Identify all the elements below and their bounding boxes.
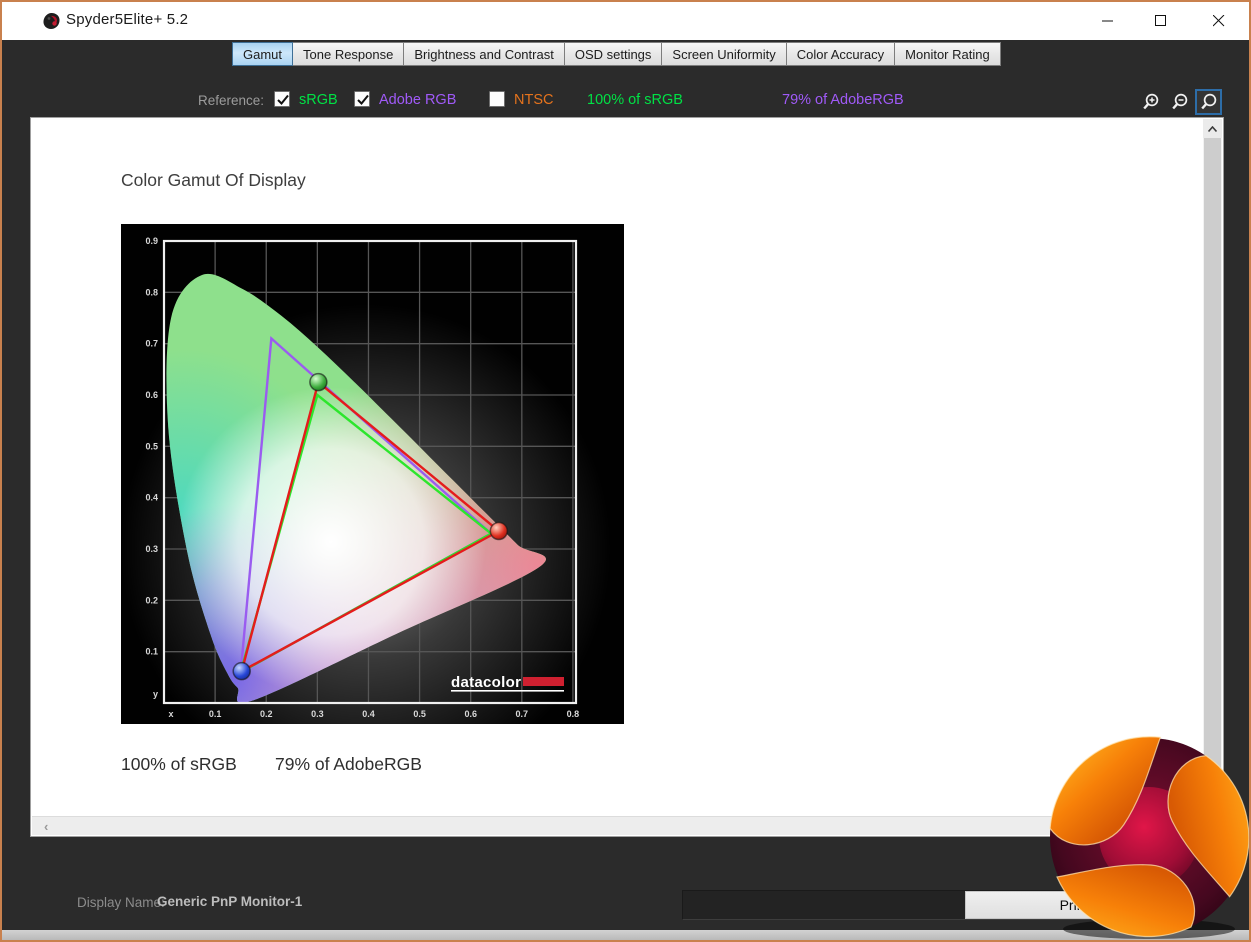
tab-monitor-rating[interactable]: Monitor Rating <box>895 42 1001 66</box>
ntsc-checkbox[interactable] <box>489 91 505 107</box>
srgb-checkbox[interactable] <box>274 91 290 107</box>
svg-text:0.5: 0.5 <box>413 709 426 719</box>
tab-color-accuracy[interactable]: Color Accuracy <box>786 42 896 66</box>
svg-text:0.8: 0.8 <box>145 287 158 297</box>
scroll-up-button[interactable] <box>1203 119 1222 138</box>
svg-text:0.3: 0.3 <box>311 709 324 719</box>
srgb-readout: 100% of sRGB <box>121 754 237 774</box>
app-window: Spyder5Elite+ 5.2 Gamut Tone Response Br… <box>0 0 1251 942</box>
tab-brightness-contrast[interactable]: Brightness and Contrast <box>404 42 565 66</box>
svg-text:0.4: 0.4 <box>362 709 375 719</box>
svg-text:0.6: 0.6 <box>145 390 158 400</box>
svg-text:0.4: 0.4 <box>145 493 158 503</box>
spyder-app-icon <box>43 13 60 29</box>
content-panel: Color Gamut Of Display 0.1 0.2 0.3 0.4 0… <box>30 117 1224 837</box>
zoom-in-icon <box>1142 93 1158 110</box>
close-button[interactable] <box>1196 2 1242 40</box>
horizontal-scrollbar[interactable]: ‹ <box>32 816 1205 835</box>
zoom-out-icon <box>1171 93 1187 110</box>
reference-label: Reference: <box>197 93 264 108</box>
swirl-logo <box>1049 736 1249 939</box>
svg-text:0.9: 0.9 <box>145 236 158 246</box>
adobe-readout: 79% of AdobeRGB <box>275 754 422 774</box>
svg-text:y: y <box>153 689 158 699</box>
close-icon <box>1213 15 1225 27</box>
svg-text:0.2: 0.2 <box>260 709 273 719</box>
chevron-up-icon <box>1208 125 1217 132</box>
svg-text:x: x <box>168 709 173 719</box>
maximize-button[interactable] <box>1138 2 1184 40</box>
page-title: Color Gamut Of Display <box>121 170 306 190</box>
srgb-coverage-text: 100% of sRGB <box>587 92 683 108</box>
zoom-in-button[interactable] <box>1137 89 1164 115</box>
window-title: Spyder5Elite+ 5.2 <box>66 11 189 28</box>
tab-osd-settings[interactable]: OSD settings <box>564 42 663 66</box>
svg-text:0.3: 0.3 <box>145 544 158 554</box>
zoom-out-button[interactable] <box>1166 89 1193 115</box>
check-icon <box>357 94 369 105</box>
svg-text:0.8: 0.8 <box>567 709 580 719</box>
scroll-left-icon[interactable]: ‹ <box>44 819 48 834</box>
vertical-scrollbar[interactable] <box>1203 119 1222 816</box>
zoom-reset-button[interactable] <box>1195 89 1222 115</box>
minimize-icon <box>1102 20 1113 22</box>
ntsc-checkbox-label: NTSC <box>514 92 554 108</box>
title-bar: Spyder5Elite+ 5.2 <box>2 2 1249 40</box>
svg-text:0.1: 0.1 <box>209 709 222 719</box>
scrollbar-thumb[interactable] <box>1204 138 1221 783</box>
svg-text:datacolor: datacolor <box>451 674 521 691</box>
tab-bar: Gamut Tone Response Brightness and Contr… <box>232 42 1001 66</box>
tab-gamut[interactable]: Gamut <box>232 42 294 66</box>
svg-text:0.1: 0.1 <box>145 647 158 657</box>
adobe-coverage-text: 79% of AdobeRGB <box>782 92 904 108</box>
svg-text:0.5: 0.5 <box>145 441 158 451</box>
svg-text:0.6: 0.6 <box>464 709 477 719</box>
srgb-checkbox-label: sRGB <box>299 92 338 108</box>
gamut-chart: 0.1 0.2 0.3 0.4 0.5 0.6 0.7 0.8 0.1 0.2 0.3 0.4 0.5 0… <box>121 224 624 724</box>
tab-screen-uniformity[interactable]: Screen Uniformity <box>662 42 787 66</box>
minimize-button[interactable] <box>1085 2 1131 40</box>
zoom-reset-icon <box>1200 93 1216 110</box>
display-name-value: Generic PnP Monitor-1 <box>157 894 303 909</box>
svg-text:0.7: 0.7 <box>145 339 158 349</box>
maximize-icon <box>1155 15 1166 26</box>
display-name-label: Display Name: <box>77 895 165 910</box>
check-icon <box>277 94 289 105</box>
tab-tone-response[interactable]: Tone Response <box>293 42 405 66</box>
adobe-rgb-checkbox[interactable] <box>354 91 370 107</box>
svg-text:0.2: 0.2 <box>145 595 158 605</box>
adobe-rgb-checkbox-label: Adobe RGB <box>379 92 457 108</box>
svg-text:0.7: 0.7 <box>516 709 529 719</box>
